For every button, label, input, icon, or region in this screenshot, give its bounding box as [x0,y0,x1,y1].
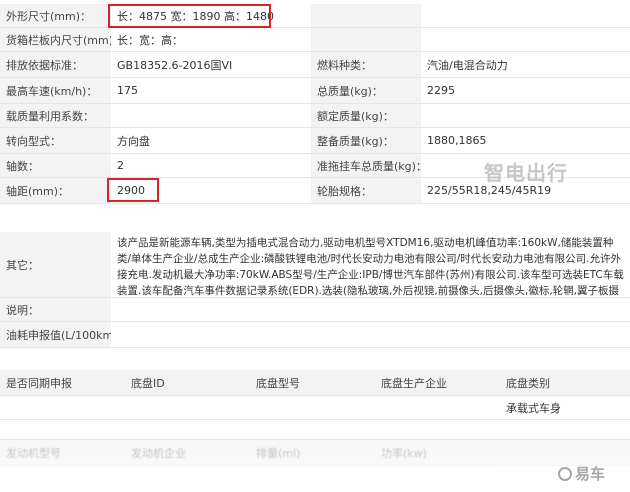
spec-label: 排放依据标准： [0,52,111,77]
spec-label [311,4,421,27]
chassis-value-cell [375,396,500,419]
other-label: 其它： [0,232,111,297]
chassis-value-cell: 承载式车身 [500,396,630,419]
engine-header-row: 发动机型号 发动机企业 排量(ml) 功率(kw) [0,440,630,466]
yiche-logo-icon [558,466,572,481]
chassis-header-cell: 底盘类别 [500,370,630,395]
chassis-header-cell: 是否同期申报 [0,370,125,395]
engine-header-cell: 排量(ml) [250,440,375,465]
spec-label [311,28,421,51]
engine-header-cell: 发动机型号 [0,440,125,465]
chassis-header-cell: 底盘型号 [250,370,375,395]
spec-value [111,104,311,127]
spec-label: 轴数： [0,154,111,177]
chassis-empty-row [0,420,630,440]
note-row: 说明： [0,298,630,322]
spec-row: 最高车速(km/h)： 175 总质量(kg)： 2295 [0,78,630,104]
chassis-value-cell [250,396,375,419]
empty-cell [0,420,630,439]
spec-value [421,4,630,27]
spec-label: 最高车速(km/h)： [0,78,111,103]
spec-value [421,28,630,51]
spec-row: 载质量利用系数： 额定质量(kg)： [0,104,630,128]
highlight-dimensions [108,4,271,28]
spec-value: 方向盘 [111,128,311,153]
chassis-header-cell: 底盘生产企业 [375,370,500,395]
spec-row: 货箱栏板内尺寸(mm)：长：宽：高： [0,28,630,52]
spec-label: 转向型式： [0,128,111,153]
spec-label: 外形尺寸(mm)： [0,4,111,27]
spec-row: 外形尺寸(mm)： 长：4875 宽：1890 高：1480 [0,4,630,28]
engine-header-cell: 发动机企业 [125,440,250,465]
spec-value: 2295 [421,78,630,103]
engine-header-cell [500,440,630,465]
note-label: 说明： [0,298,111,321]
chassis-value-row: 承载式车身 [0,396,630,420]
spec-row: 转向型式： 方向盘 整备质量(kg)： 1880,1865 [0,128,630,154]
engine-header-cell: 功率(kw) [375,440,500,465]
spec-label: 整备质量(kg)： [311,128,421,153]
spec-value: 175 [111,78,311,103]
chassis-header-row: 是否同期申报 底盘ID 底盘型号 底盘生产企业 底盘类别 [0,370,630,396]
spec-value: 长：宽：高： [111,28,311,51]
spec-value: GB18352.6-2016国VI [111,52,311,77]
spec-label: 货箱栏板内尺寸(mm)： [0,28,111,51]
spec-value: 1880,1865 [421,128,630,153]
spec-label: 准拖挂车总质量(kg)： [311,154,421,177]
spec-value: 汽油/电混合动力 [421,52,630,77]
chassis-value-cell [125,396,250,419]
spec-label: 总质量(kg)： [311,78,421,103]
other-row: 其它： 该产品是新能源车辆,类型为插电式混合动力,驱动电机型号XTDM16,驱动… [0,232,630,298]
watermark-bottom: 易车 [558,463,605,484]
fuel-row: 油耗申报值(L/100km)： [0,322,630,348]
spec-label: 燃料种类： [311,52,421,77]
spec-label: 轮胎规格： [311,178,421,203]
spec-label: 轴距(mm)： [0,178,111,203]
spec-label: 载质量利用系数： [0,104,111,127]
watermark-bottom-text: 易车 [575,465,606,483]
chassis-value-cell [0,396,125,419]
other-text: 该产品是新能源车辆,类型为插电式混合动力,驱动电机型号XTDM16,驱动电机峰值… [111,232,630,297]
note-value [111,298,630,321]
fuel-label: 油耗申报值(L/100km)： [0,322,111,347]
spec-label: 额定质量(kg)： [311,104,421,127]
spec-value [421,104,630,127]
spec-row: 排放依据标准： GB18352.6-2016国VI 燃料种类： 汽油/电混合动力 [0,52,630,78]
fuel-value [111,322,630,347]
watermark-top: 智电出行 [484,161,568,185]
spec-value: 2 [111,154,311,177]
highlight-wheelbase [107,178,159,202]
chassis-header-cell: 底盘ID [125,370,250,395]
